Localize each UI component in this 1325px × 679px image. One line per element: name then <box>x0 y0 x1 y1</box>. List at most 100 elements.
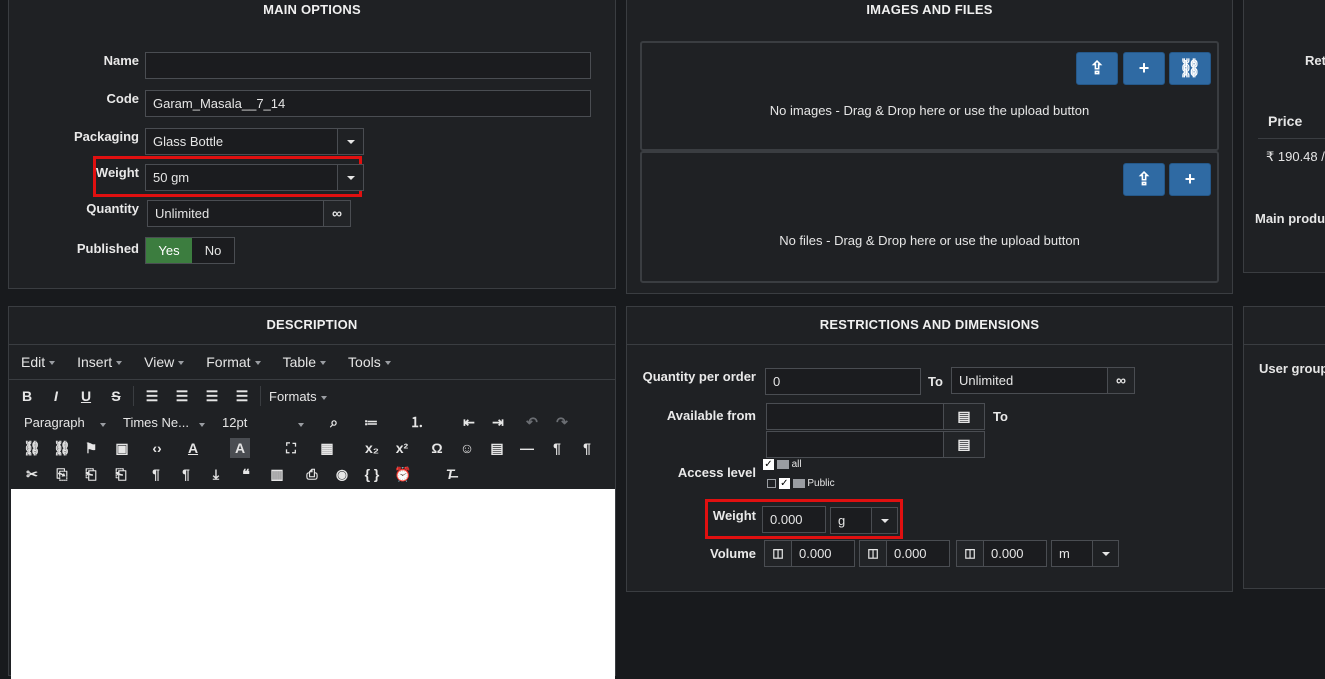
code-label: Code <box>106 91 140 106</box>
access-public-row[interactable]: ✓ Public <box>767 478 835 489</box>
undo-icon[interactable]: ↶ <box>522 412 542 432</box>
emoticon-icon[interactable]: ☺ <box>457 438 477 458</box>
menu-view[interactable]: View <box>144 354 185 370</box>
calendar-icon[interactable]: ▤ <box>943 403 985 430</box>
bold-icon[interactable]: B <box>17 386 37 406</box>
image-icon[interactable]: ▣ <box>112 438 132 458</box>
visual-chars-icon[interactable]: ¶ <box>176 464 196 484</box>
qty-max-input[interactable]: Unlimited <box>951 367 1108 394</box>
block-format-dropdown[interactable]: Paragraph <box>24 415 106 430</box>
packaging-select[interactable]: Glass Bottle <box>145 128 364 155</box>
calendar-icon[interactable]: ▤ <box>943 431 985 458</box>
show-blocks-icon[interactable]: ¶ <box>146 464 166 484</box>
menu-insert[interactable]: Insert <box>77 354 123 370</box>
link-image-button[interactable]: ⛓ <box>1169 52 1211 85</box>
formats-dropdown[interactable]: Formats <box>269 389 327 404</box>
published-yes-button[interactable]: Yes <box>146 238 192 263</box>
images-dropzone[interactable]: ⇪ + ⛓ No images - Drag & Drop here or us… <box>640 41 1219 151</box>
weight-select[interactable]: 50 gm <box>145 164 364 191</box>
available-to-input[interactable] <box>766 431 944 458</box>
align-left-icon[interactable]: ☰ <box>142 386 162 406</box>
weight-input[interactable]: 0.000 <box>762 506 826 533</box>
bullet-list-icon[interactable]: ≔ <box>361 412 381 432</box>
weight-unit-select[interactable]: g <box>830 507 898 534</box>
numbered-list-icon[interactable]: ⒈ <box>407 412 427 432</box>
menu-edit[interactable]: Edit <box>21 354 56 370</box>
menu-format[interactable]: Format <box>206 354 261 370</box>
published-no-button[interactable]: No <box>192 238 234 263</box>
indent-icon[interactable]: ⇥ <box>488 412 508 432</box>
unlink-icon[interactable]: ⛓ <box>52 438 72 458</box>
clock-icon[interactable]: ⏰ <box>393 464 413 484</box>
code-icon[interactable]: ‹› <box>147 438 167 458</box>
text-color-icon[interactable]: A <box>183 438 203 458</box>
strikethrough-icon[interactable]: S <box>106 386 126 406</box>
paste-text-icon[interactable]: ⎗ <box>111 464 131 484</box>
add-file-button[interactable]: + <box>1169 163 1211 196</box>
checkbox-checked-icon[interactable]: ✓ <box>778 478 790 489</box>
media-icon[interactable]: ▤ <box>487 438 507 458</box>
volume-height-input[interactable]: 0.000 <box>983 540 1047 567</box>
fullscreen-icon[interactable]: ⛶ <box>281 438 301 458</box>
clear-format-icon[interactable]: T̶ <box>440 464 460 484</box>
access-all-row[interactable]: ✓ all <box>763 459 802 470</box>
menu-table[interactable]: Table <box>283 354 327 370</box>
font-size-dropdown[interactable]: 12pt <box>222 415 304 430</box>
menu-tools[interactable]: Tools <box>348 354 391 370</box>
template-icon[interactable]: ▥ <box>267 464 287 484</box>
add-image-button[interactable]: + <box>1123 52 1165 85</box>
print-icon[interactable]: ⎙ <box>302 464 322 484</box>
infinity-icon[interactable]: ∞ <box>323 200 351 227</box>
align-right-icon[interactable]: ☰ <box>202 386 222 406</box>
table-icon[interactable]: ▦ <box>317 438 337 458</box>
files-dropzone[interactable]: ⇪ + No files - Drag & Drop here or use t… <box>640 151 1219 283</box>
bg-color-icon[interactable]: A <box>230 438 250 458</box>
rtl-icon[interactable]: ¶ <box>577 438 597 458</box>
paste-icon[interactable]: ⎗ <box>81 464 101 484</box>
blockquote-icon[interactable]: ❝ <box>236 464 256 484</box>
variable-icon[interactable]: { } <box>362 464 382 484</box>
upload-file-button[interactable]: ⇪ <box>1123 163 1165 196</box>
copy-icon[interactable]: ⎘ <box>52 464 72 484</box>
bookmark-icon[interactable]: ⚑ <box>81 438 101 458</box>
superscript-icon[interactable]: x² <box>392 438 412 458</box>
align-center-icon[interactable]: ☰ <box>172 386 192 406</box>
outdent-icon[interactable]: ⇤ <box>459 412 479 432</box>
name-input[interactable] <box>145 52 591 79</box>
code-input[interactable]: Garam_Masala__7_14 <box>145 90 591 117</box>
price-divider <box>1258 138 1325 139</box>
volume-length-input[interactable]: 0.000 <box>791 540 855 567</box>
checkbox-checked-icon[interactable]: ✓ <box>763 459 774 470</box>
font-family-dropdown[interactable]: Times Ne... <box>123 415 205 430</box>
infinity-icon[interactable]: ∞ <box>1107 367 1135 394</box>
insert-icon[interactable]: ⤓ <box>206 464 226 484</box>
chevron-down-icon[interactable] <box>1092 541 1118 566</box>
upload-image-button[interactable]: ⇪ <box>1076 52 1118 85</box>
volume-width-input[interactable]: 0.000 <box>886 540 950 567</box>
checkbox-empty-icon[interactable] <box>767 479 776 488</box>
chevron-down-icon[interactable] <box>337 165 363 190</box>
weight-label: Weight <box>95 165 139 180</box>
ltr-icon[interactable]: ¶ <box>547 438 567 458</box>
editor-content-area[interactable] <box>11 489 615 679</box>
special-char-icon[interactable]: Ω <box>427 438 447 458</box>
quantity-input[interactable]: Unlimited <box>147 200 324 227</box>
italic-icon[interactable]: I <box>46 386 66 406</box>
published-toggle[interactable]: Yes No <box>145 237 235 264</box>
redo-icon[interactable]: ↷ <box>552 412 572 432</box>
hr-icon[interactable]: — <box>517 438 537 458</box>
chevron-down-icon[interactable] <box>337 129 363 154</box>
subscript-icon[interactable]: x₂ <box>362 438 382 458</box>
link-icon[interactable]: ⛓ <box>22 438 42 458</box>
main-options-panel: MAIN OPTIONS Name Code Garam_Masala__7_1… <box>8 0 616 289</box>
preview-icon[interactable]: ◉ <box>332 464 352 484</box>
align-justify-icon[interactable]: ☰ <box>232 386 252 406</box>
qty-min-input[interactable]: 0 <box>765 368 921 395</box>
find-icon[interactable]: ⌕ <box>324 412 344 432</box>
cut-icon[interactable]: ✂ <box>22 464 42 484</box>
chevron-down-icon[interactable] <box>871 508 897 533</box>
folder-icon <box>792 479 805 488</box>
available-from-input[interactable] <box>766 403 944 430</box>
volume-unit-select[interactable]: m <box>1051 540 1119 567</box>
underline-icon[interactable]: U <box>76 386 96 406</box>
